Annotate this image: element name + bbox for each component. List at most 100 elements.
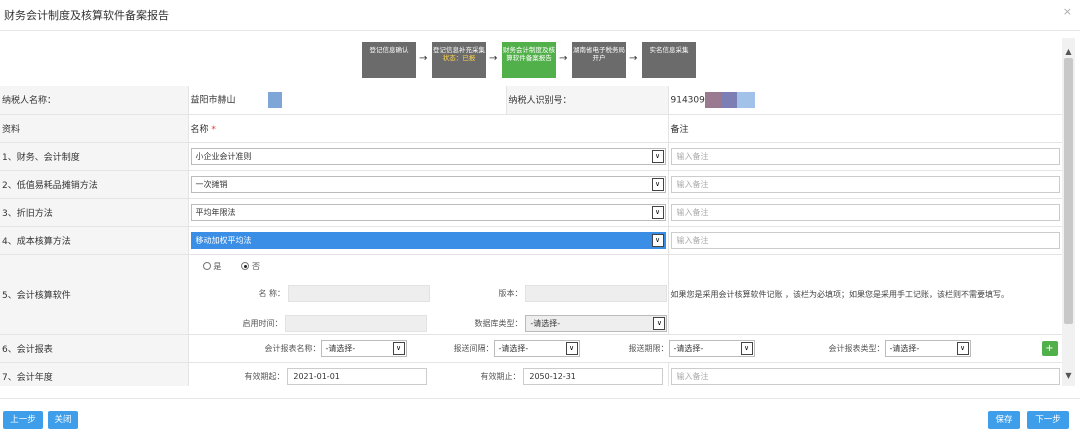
row-depreciation: 3、折旧方法 平均年限法 ∨ 输入备注 [0,198,1062,227]
save-button[interactable]: 保存 [988,411,1020,429]
row-software: 5、会计核算软件 是 否 名 称： 版本： 启用时间： 数据库类型： -请选择-… [0,254,1062,335]
taxpayer-id-label: 纳税人识别号： [505,86,668,115]
year-start-input[interactable]: 2021-01-01 [287,367,428,385]
amortization-select[interactable]: 一次摊销 ∨ [190,175,666,193]
software-hint: 如果您是采用会计核算软件记账 ，该栏为必填项；如果您是采用手工记账，该栏则不需要… [667,254,1062,335]
step-2[interactable]: 登记信息补充采集 状态：已报 [432,42,486,78]
row-amortization: 2、低值易耗品摊销方法 一次摊销 ∨ 输入备注 [0,170,1062,199]
db-type-select[interactable]: -请选择- ∨ [525,314,668,332]
taxpayer-name-cell: 益阳市赫山 [187,86,506,115]
chevron-down-icon: ∨ [651,177,664,191]
remark-input[interactable]: 输入备注 [670,367,1060,385]
redaction-block [736,91,755,108]
accounting-system-select[interactable]: 小企业会计准则 ∨ [190,147,666,165]
depreciation-select[interactable]: 平均年限法 ∨ [190,203,666,221]
step-1-label: 登记信息确认 [369,46,409,54]
header-name-cell: 名称 * [187,114,668,143]
step-4[interactable]: 湖南省电子税务局开户 [572,42,626,78]
header-row: 资料 名称 * 备注 [0,114,1062,143]
scroll-down-icon[interactable]: ▼ [1062,368,1075,382]
software-start-label: 启用时间： [242,318,283,328]
redaction-block [268,91,283,108]
step-3[interactable]: 财务会计制度及核算软件备案报告 [502,42,556,78]
radio-yes-label: 是 [213,261,222,271]
report-interval-select[interactable]: -请选择- ∨ [493,339,580,357]
chevron-down-icon: ∨ [651,233,664,247]
taxpayer-id-value: 914309 [670,95,705,106]
scroll-up-icon[interactable]: ▲ [1062,44,1075,58]
report-interval-label: 报送间隔： [453,343,494,353]
form-content[interactable]: 登记信息确认 → 登记信息补充采集 状态：已报 → 财务会计制度及核算软件备案报告… [0,38,1062,386]
step-5[interactable]: 实名信息采集 [642,42,696,78]
taxpayer-name-value: 益阳市赫山 [190,95,236,106]
row-label: 4、成本核算方法 [0,226,188,255]
row-label: 7、会计年度 [0,362,188,386]
scrollbar-thumb[interactable] [1064,58,1073,324]
radio-yes[interactable] [202,262,211,270]
chevron-down-icon: ∨ [651,205,664,219]
software-name-label: 名 称： [258,288,286,298]
step-1[interactable]: 登记信息确认 [362,42,416,78]
year-end-input[interactable]: 2050-12-31 [523,367,664,385]
software-start-input[interactable] [285,314,428,332]
vertical-scrollbar[interactable]: ▲ ▼ [1062,38,1075,386]
arrow-icon: → [559,53,568,64]
row-label: 2、低值易耗品摊销方法 [0,170,188,199]
report-name-select[interactable]: -请选择- ∨ [320,339,407,357]
radio-no[interactable] [241,262,250,270]
row-label: 3、折旧方法 [0,198,188,227]
dialog-title: 财务会计制度及核算软件备案报告 [4,9,169,22]
step-2-status: 状态：已报 [442,54,476,62]
step-3-label: 财务会计制度及核算软件备案报告 [503,46,555,62]
report-name-label: 会计报表名称： [264,343,321,353]
chevron-down-icon: ∨ [565,341,578,355]
remark-input[interactable]: 输入备注 [670,231,1060,249]
add-report-button[interactable]: + [1041,340,1058,356]
software-name-input[interactable] [287,284,430,302]
software-version-input[interactable] [525,284,668,302]
report-type-label: 会计报表类型： [828,343,885,353]
chevron-down-icon: ∨ [392,341,405,355]
prev-step-button[interactable]: 上一步 [3,411,43,429]
remark-input[interactable]: 输入备注 [670,175,1060,193]
arrow-icon: → [489,53,498,64]
step-5-label: 实名信息采集 [649,46,689,54]
dialog: 财务会计制度及核算软件备案报告 × 登记信息确认 → 登记信息补充采集 状态：已报… [0,0,1080,437]
year-start-label: 有效期起： [244,371,285,381]
header-name: 名称 [190,124,209,135]
chevron-down-icon: ∨ [653,316,666,330]
remark-input[interactable]: 输入备注 [670,147,1060,165]
taxpayer-name-label: 纳税人名称： [0,86,188,115]
header-remark: 备注 [667,114,1062,143]
title-divider [0,30,1080,31]
required-marker: * [211,124,216,135]
report-period-select[interactable]: -请选择- ∨ [668,339,755,357]
row-fiscal-year: 7、会计年度 有效期起： 2021-01-01 有效期止： 2050-12-31… [0,362,1062,386]
report-type-select[interactable]: -请选择- ∨ [884,339,971,357]
report-period-label: 报送期限： [628,343,669,353]
year-end-label: 有效期止： [480,371,521,381]
remark-input[interactable]: 输入备注 [670,203,1060,221]
radio-no-label: 否 [252,261,260,271]
chevron-down-icon: ∨ [740,341,753,355]
arrow-icon: → [629,53,638,64]
filing-form: 纳税人名称： 益阳市赫山 纳税人识别号： 914309 资料 名称 * 备注 1… [0,86,1062,386]
close-icon[interactable]: × [1063,5,1072,18]
arrow-icon: → [419,53,428,64]
row-label: 1、财务、会计制度 [0,142,188,171]
footer-divider [0,398,1080,399]
chevron-down-icon: ∨ [956,341,969,355]
software-version-label: 版本： [498,288,523,298]
close-button[interactable]: 关闭 [48,411,78,429]
chevron-down-icon: ∨ [651,149,664,163]
row-cost-method: 4、成本核算方法 移动加权平均法 ∨ 输入备注 [0,226,1062,255]
step-2-label: 登记信息补充采集 [433,46,485,54]
row-label: 6、会计报表 [0,334,188,363]
row-report: 6、会计报表 会计报表名称： -请选择- ∨ 报送间隔： -请选择- ∨ 报送期限： -请… [0,334,1062,363]
header-material: 资料 [0,114,188,143]
taxpayer-row: 纳税人名称： 益阳市赫山 纳税人识别号： 914309 [0,86,1062,115]
taxpayer-id-cell: 914309 [667,86,1062,115]
cost-method-select[interactable]: 移动加权平均法 ∨ [190,231,666,249]
db-type-label: 数据库类型： [474,318,523,328]
next-step-button[interactable]: 下一步 [1027,411,1069,429]
